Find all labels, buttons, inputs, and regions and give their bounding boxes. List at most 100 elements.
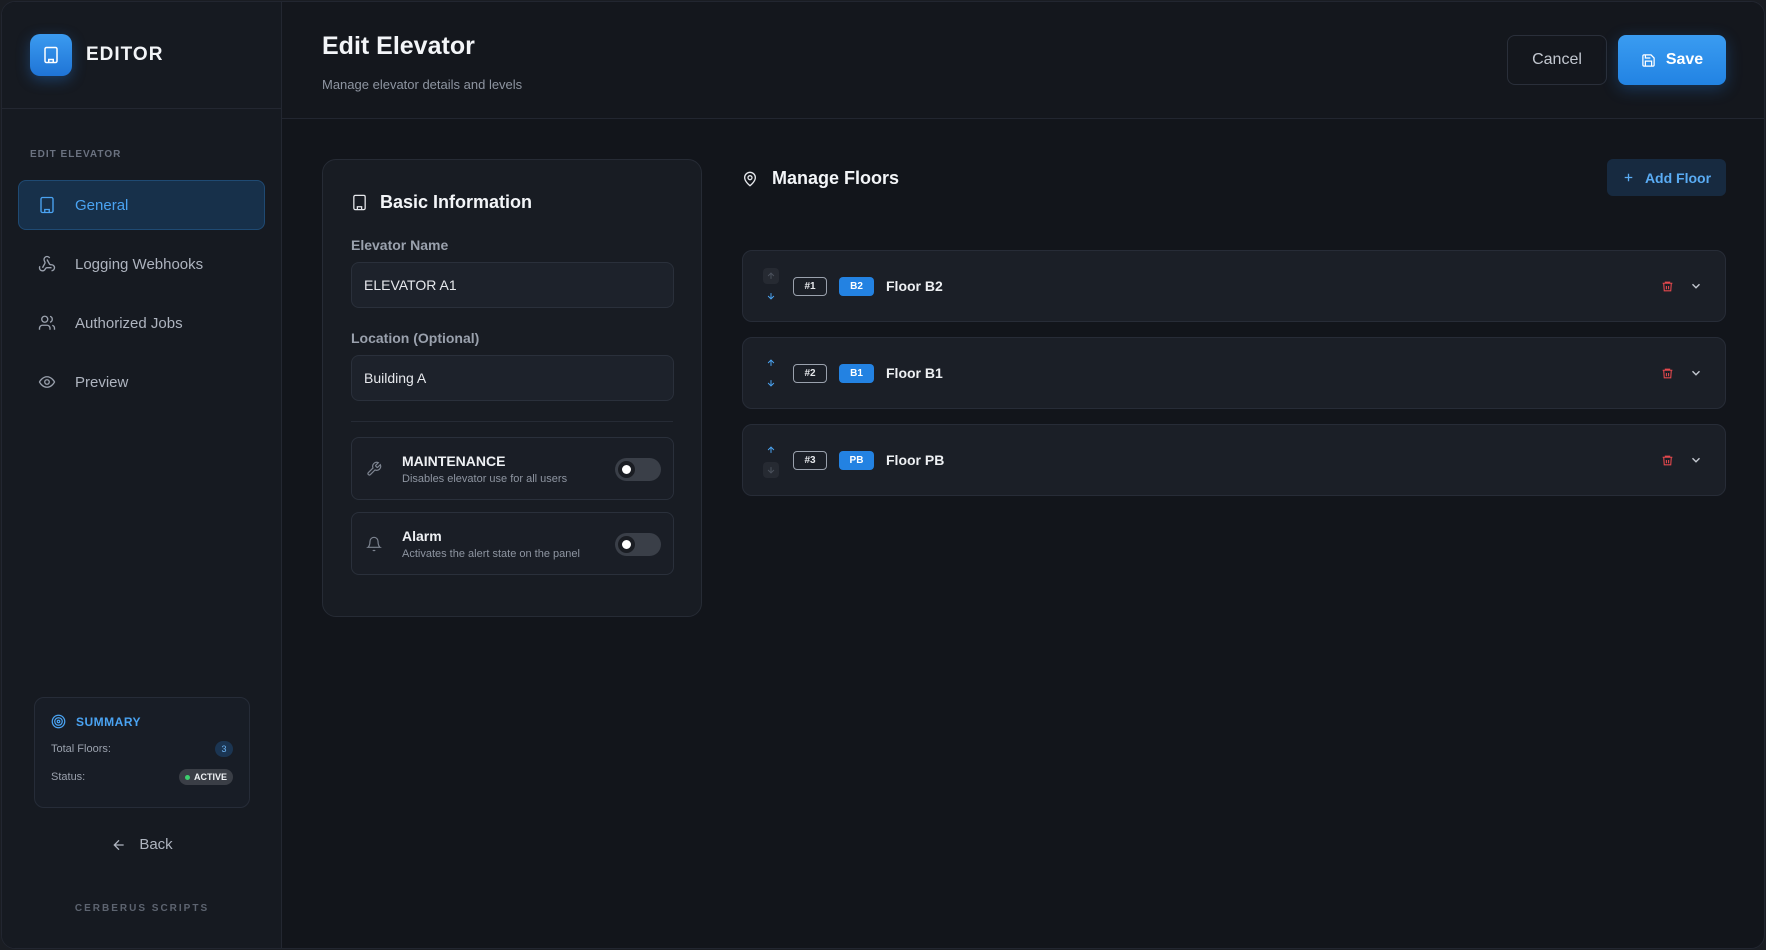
- move-up-arrow-icon[interactable]: [763, 355, 779, 371]
- move-up-arrow-icon[interactable]: [763, 268, 779, 284]
- elevator-name-input[interactable]: ELEVATOR A1: [351, 262, 674, 308]
- elevator-name-label: Elevator Name: [351, 237, 449, 253]
- floor-order-badge: #1: [793, 276, 827, 296]
- status-badge: ACTIVE: [178, 769, 233, 785]
- arrow-left-icon: [113, 839, 124, 850]
- floor-row-actions: [1658, 425, 1705, 495]
- floor-code-badge: PB: [839, 450, 874, 470]
- alarm-toggle-row: Alarm Activates the alert state on the p…: [351, 512, 674, 575]
- floor-order-badge: #3: [793, 450, 827, 470]
- location-input[interactable]: Building A: [351, 355, 674, 401]
- app-window: EDITOR EDIT ELEVATOR General Logging Web…: [1, 1, 1765, 949]
- location-label: Location (Optional): [351, 330, 480, 346]
- sidebar-nav: General Logging Webhooks Authorized Jobs…: [18, 180, 265, 407]
- move-down-arrow-icon[interactable]: [763, 462, 779, 478]
- manage-floors-header: Manage Floors: [742, 168, 899, 189]
- reorder-controls: [763, 355, 779, 391]
- divider: [351, 421, 673, 422]
- move-down-arrow-icon[interactable]: [763, 375, 779, 391]
- users-icon: [37, 313, 57, 333]
- save-icon: [1642, 53, 1655, 67]
- summary-header: SUMMARY: [51, 714, 233, 729]
- total-floors-label: Total Floors:: [51, 743, 111, 755]
- webhook-icon: [37, 254, 57, 274]
- total-floors-badge: 3: [215, 741, 233, 757]
- nav-section-label: EDIT ELEVATOR: [30, 149, 122, 160]
- back-button[interactable]: Back: [2, 836, 282, 853]
- maintenance-toggle-row: MAINTENANCE Disables elevator use for al…: [351, 437, 674, 500]
- manage-floors-title: Manage Floors: [772, 168, 900, 188]
- topbar: Edit Elevator Manage elevator details an…: [282, 2, 1764, 119]
- maintenance-text: MAINTENANCE Disables elevator use for al…: [402, 453, 567, 485]
- chevron-down-icon[interactable]: [1687, 277, 1705, 295]
- alarm-switch[interactable]: [615, 533, 661, 556]
- brand-title: EDITOR: [86, 44, 164, 65]
- bell-icon: [364, 536, 384, 552]
- status-dot: [184, 774, 190, 780]
- trash-icon[interactable]: [1658, 277, 1676, 295]
- floor-row-actions: [1658, 251, 1705, 321]
- move-down-arrow-icon[interactable]: [763, 288, 779, 304]
- eye-icon: [37, 372, 57, 392]
- sidebar-item-label: Authorized Jobs: [75, 314, 183, 332]
- alarm-title: Alarm: [402, 527, 442, 544]
- floor-code-badge: B1: [839, 363, 874, 383]
- sidebar: EDITOR EDIT ELEVATOR General Logging Web…: [2, 2, 282, 948]
- sidebar-item-preview[interactable]: Preview: [18, 357, 265, 407]
- sidebar-item-label: Preview: [75, 373, 129, 391]
- reorder-controls: [763, 268, 779, 304]
- maintenance-title: MAINTENANCE: [402, 452, 506, 469]
- trash-icon[interactable]: [1658, 451, 1676, 469]
- sidebar-item-authorized-jobs[interactable]: Authorized Jobs: [18, 298, 265, 348]
- basic-info-card: Basic Information Elevator Name ELEVATOR…: [322, 159, 702, 617]
- page-subtitle: Manage elevator details and levels: [322, 77, 523, 92]
- maintenance-switch[interactable]: [615, 458, 661, 481]
- summary-status: Status: ACTIVE: [51, 769, 233, 785]
- alarm-text: Alarm Activates the alert state on the p…: [402, 528, 580, 560]
- chevron-down-icon[interactable]: [1687, 451, 1705, 469]
- building-icon: [353, 194, 366, 211]
- floor-name: Floor PB: [886, 452, 945, 468]
- basic-info-title-text: Basic Information: [380, 192, 533, 212]
- alarm-desc: Activates the alert state on the panel: [402, 547, 580, 560]
- floor-row[interactable]: #2 B1 Floor B1: [742, 337, 1726, 409]
- maintenance-desc: Disables elevator use for all users: [402, 472, 568, 485]
- floor-code-badge: B2: [839, 276, 874, 296]
- sidebar-item-general[interactable]: General: [18, 180, 265, 230]
- building-icon: [37, 195, 57, 215]
- wrench-icon: [364, 461, 384, 477]
- chevron-down-icon[interactable]: [1687, 364, 1705, 382]
- floor-row-actions: [1658, 338, 1705, 408]
- target-icon: [51, 714, 66, 729]
- summary-total-floors: Total Floors: 3: [51, 741, 233, 757]
- floor-order-badge: #2: [793, 363, 827, 383]
- sidebar-item-logging-webhooks[interactable]: Logging Webhooks: [18, 239, 265, 289]
- reorder-controls: [763, 442, 779, 478]
- save-label: Save: [1665, 51, 1704, 68]
- status-value: ACTIVE: [193, 772, 227, 782]
- building-icon: [30, 34, 72, 76]
- floor-name: Floor B2: [886, 278, 943, 294]
- footer-brand: CERBERUS SCRIPTS: [74, 903, 210, 914]
- floor-row[interactable]: #3 PB Floor PB: [742, 424, 1726, 496]
- page-title: Edit Elevator: [322, 32, 475, 60]
- add-floor-button[interactable]: Add Floor: [1607, 159, 1726, 196]
- plus-icon: [1624, 173, 1633, 182]
- brand: EDITOR: [2, 2, 281, 109]
- main-content: Edit Elevator Manage elevator details an…: [282, 2, 1764, 948]
- summary-panel: SUMMARY Total Floors: 3 Status: ACTIVE: [34, 697, 250, 808]
- cancel-button[interactable]: Cancel: [1507, 35, 1607, 85]
- back-label: Back: [139, 836, 173, 853]
- sidebar-item-label: General: [75, 196, 129, 214]
- map-pin-icon: [743, 171, 757, 187]
- summary-title: SUMMARY: [76, 714, 142, 729]
- add-floor-label: Add Floor: [1644, 169, 1712, 186]
- floor-row[interactable]: #1 B2 Floor B2: [742, 250, 1726, 322]
- trash-icon[interactable]: [1658, 364, 1676, 382]
- move-up-arrow-icon[interactable]: [763, 442, 779, 458]
- basic-info-title: Basic Information: [351, 192, 673, 213]
- floor-name: Floor B1: [886, 365, 943, 381]
- sidebar-item-label: Logging Webhooks: [75, 255, 204, 273]
- save-button[interactable]: Save: [1618, 35, 1726, 85]
- status-label: Status:: [51, 771, 86, 783]
